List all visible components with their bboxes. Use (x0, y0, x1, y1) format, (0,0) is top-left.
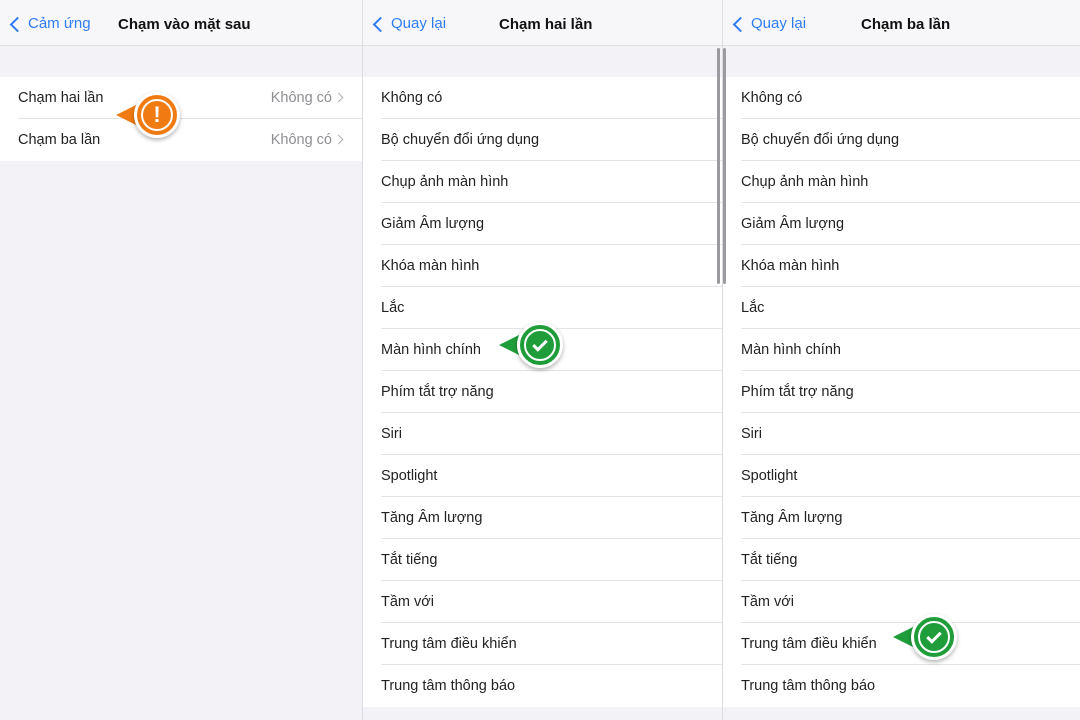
row-label: Chạm ba lần (18, 132, 101, 148)
option-label: Lắc (741, 300, 765, 316)
option-label: Tăng Âm lượng (741, 510, 843, 526)
option-label: Tầm với (741, 594, 795, 610)
chevron-left-icon (732, 16, 749, 32)
double-tap-row[interactable]: Chạm hai lần Không có (0, 77, 362, 119)
success-badge (517, 322, 563, 368)
scrollbar[interactable] (717, 48, 720, 284)
option-label: Phím tắt trợ năng (381, 384, 494, 400)
option-label: Spotlight (741, 468, 798, 484)
option-row[interactable]: Chụp ảnh màn hình (363, 161, 722, 203)
option-row[interactable]: Khóa màn hình (723, 245, 1080, 287)
option-label: Giảm Âm lượng (741, 216, 845, 232)
option-row[interactable]: Trung tâm thông báo (363, 665, 722, 707)
option-row[interactable]: Siri (363, 413, 722, 455)
back-button-label: Cảm ứng (28, 15, 91, 32)
back-button-label: Quay lại (751, 15, 807, 32)
back-button-label: Quay lại (391, 15, 447, 32)
option-label: Không có (381, 90, 443, 106)
selected-callout (499, 322, 563, 368)
option-row[interactable]: Phím tắt trợ năng (363, 371, 722, 413)
option-label: Khóa màn hình (381, 258, 480, 274)
option-row[interactable]: Tắt tiếng (363, 539, 722, 581)
row-value: Không có (270, 132, 332, 148)
selected-callout (893, 614, 957, 660)
option-label: Tăng Âm lượng (381, 510, 483, 526)
row-label: Chạm hai lần (18, 90, 104, 106)
option-row[interactable]: Không có (363, 77, 722, 119)
back-tap-list: Chạm hai lần Không có Chạm ba lần Không … (0, 77, 362, 161)
warning-badge: ! (134, 92, 180, 138)
option-row[interactable]: Spotlight (723, 455, 1080, 497)
option-row[interactable]: Giảm Âm lượng (723, 203, 1080, 245)
option-label: Siri (381, 426, 402, 442)
option-label: Giảm Âm lượng (381, 216, 485, 232)
double-tap-panel: Quay lại Chạm hai lần Không có Bộ chuyển … (362, 0, 722, 720)
page-title: Chạm vào mặt sau (118, 16, 251, 33)
option-row[interactable]: Bộ chuyển đổi ứng dụng (723, 119, 1080, 161)
option-label: Tầm với (381, 594, 435, 610)
option-label: Màn hình chính (381, 342, 481, 358)
option-label: Trung tâm điều khiển (741, 636, 877, 652)
option-label: Trung tâm điều khiển (381, 636, 517, 652)
action-options-list: Không có Bộ chuyển đổi ứng dụng Chụp ảnh m… (363, 77, 722, 707)
option-label: Chụp ảnh màn hình (381, 174, 509, 190)
back-button[interactable]: Quay lại (372, 15, 447, 32)
option-label: Phím tắt trợ năng (741, 384, 854, 400)
option-row[interactable]: Siri (723, 413, 1080, 455)
exclamation-icon: ! (141, 99, 173, 131)
warning-callout: ! (116, 92, 180, 138)
option-row[interactable]: Tắt tiếng (723, 539, 1080, 581)
option-row[interactable]: Trung tâm điều khiển (363, 623, 722, 665)
chevron-right-icon (333, 92, 344, 103)
option-row[interactable]: Màn hình chính (723, 329, 1080, 371)
option-row[interactable]: Tầm với (363, 581, 722, 623)
option-label: Lắc (381, 300, 405, 316)
page-title: Chạm hai lần (499, 16, 593, 33)
option-row[interactable]: Spotlight (363, 455, 722, 497)
option-label: Chụp ảnh màn hình (741, 174, 869, 190)
option-row[interactable]: Lắc (723, 287, 1080, 329)
option-row[interactable]: Bộ chuyển đổi ứng dụng (363, 119, 722, 161)
chevron-left-icon (372, 16, 389, 32)
success-badge (911, 614, 957, 660)
option-row[interactable]: Không có (723, 77, 1080, 119)
back-button[interactable]: Quay lại (732, 15, 807, 32)
option-label: Bộ chuyển đổi ứng dụng (741, 132, 900, 148)
option-label: Màn hình chính (741, 342, 841, 358)
back-tap-settings-panel: Cảm ứng Chạm vào mặt sau Chạm hai lần Kh… (0, 0, 362, 720)
option-row[interactable]: Tăng Âm lượng (363, 497, 722, 539)
option-label: Bộ chuyển đổi ứng dụng (381, 132, 540, 148)
action-options-list: Không có Bộ chuyển đổi ứng dụng Chụp ảnh m… (723, 77, 1080, 707)
option-label: Tắt tiếng (741, 552, 798, 568)
option-label: Trung tâm thông báo (381, 678, 516, 694)
option-label: Spotlight (381, 468, 438, 484)
option-row[interactable]: Giảm Âm lượng (363, 203, 722, 245)
checkmark-icon (524, 329, 556, 361)
chevron-left-icon (9, 16, 26, 32)
triple-tap-panel: Quay lại Chạm ba lần Không có Bộ chuyển đ… (722, 0, 1080, 720)
option-label: Siri (741, 426, 762, 442)
navigation-bar: Quay lại Chạm hai lần (363, 0, 722, 46)
option-label: Trung tâm thông báo (741, 678, 876, 694)
navigation-bar: Cảm ứng Chạm vào mặt sau (0, 0, 362, 46)
page-title: Chạm ba lần (861, 16, 951, 33)
option-label: Không có (741, 90, 803, 106)
option-row[interactable]: Trung tâm thông báo (723, 665, 1080, 707)
back-button[interactable]: Cảm ứng (9, 15, 91, 32)
chevron-right-icon (333, 134, 344, 145)
option-row[interactable]: Khóa màn hình (363, 245, 722, 287)
option-row[interactable]: Phím tắt trợ năng (723, 371, 1080, 413)
row-value: Không có (270, 90, 332, 106)
option-label: Tắt tiếng (381, 552, 438, 568)
checkmark-icon (918, 621, 950, 653)
option-label: Khóa màn hình (741, 258, 840, 274)
navigation-bar: Quay lại Chạm ba lần (723, 0, 1080, 46)
triple-tap-row[interactable]: Chạm ba lần Không có (0, 119, 362, 161)
option-row[interactable]: Chụp ảnh màn hình (723, 161, 1080, 203)
option-row[interactable]: Tăng Âm lượng (723, 497, 1080, 539)
scrollbar[interactable] (723, 48, 726, 284)
